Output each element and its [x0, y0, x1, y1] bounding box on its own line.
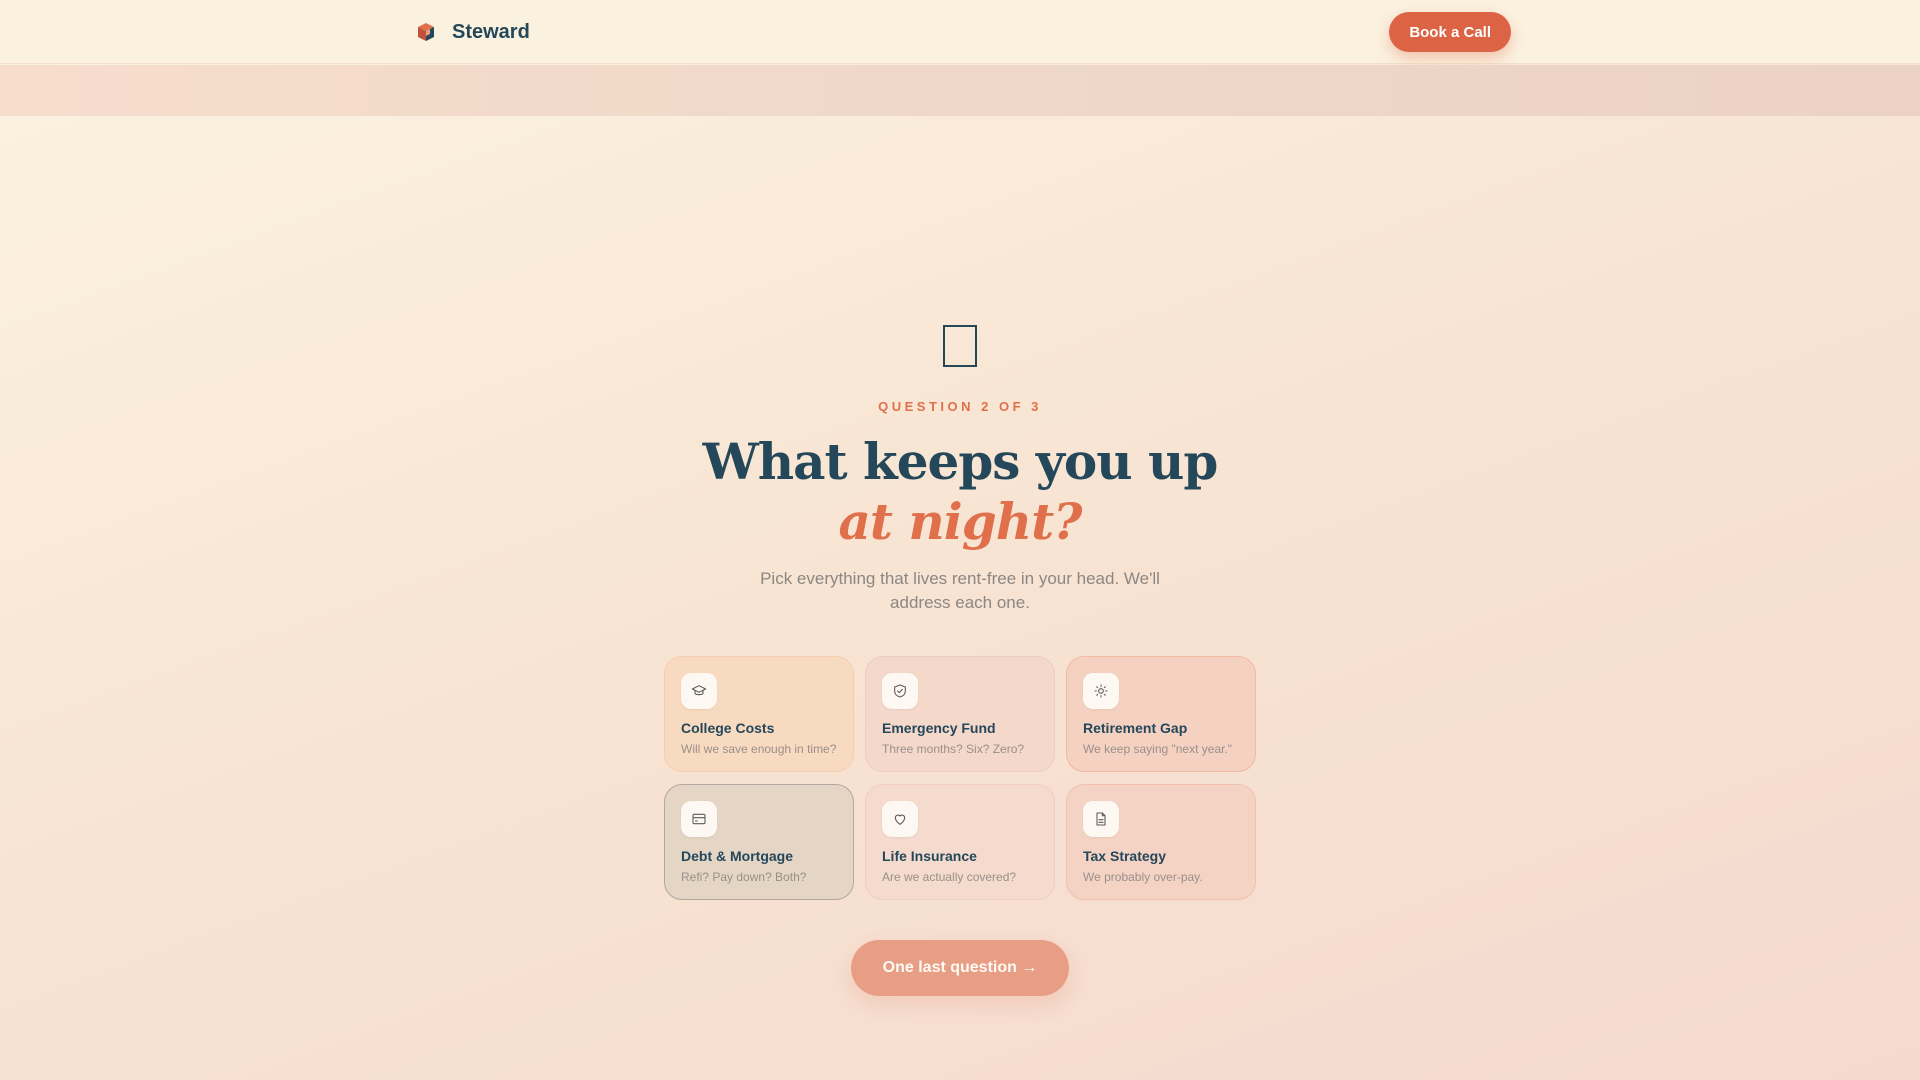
sun-icon [1083, 673, 1119, 709]
option-tax-strategy[interactable]: Tax Strategy We probably over-pay. [1066, 784, 1256, 900]
option-title: Tax Strategy [1083, 848, 1166, 864]
top-header: Steward Book a Call [0, 0, 1920, 64]
option-description: We keep saying "next year." [1083, 742, 1233, 756]
option-title: Debt & Mortgage [681, 848, 793, 864]
cube-logo-icon [418, 23, 434, 41]
option-description: Are we actually covered? [882, 870, 1017, 884]
book-a-call-button[interactable]: Book a Call [1389, 12, 1511, 52]
concern-options: College Costs Will we save enough in tim… [664, 656, 1256, 900]
document-icon [1083, 801, 1119, 837]
option-debt-mortgage[interactable]: Debt & Mortgage Refi? Pay down? Both? [664, 784, 854, 900]
option-emergency-fund[interactable]: Emergency Fund Three months? Six? Zero? [865, 656, 1055, 772]
option-title: Emergency Fund [882, 720, 996, 736]
credit-card-icon [681, 801, 717, 837]
option-title: Retirement Gap [1083, 720, 1188, 736]
title-line-2: at night? [838, 492, 1083, 551]
page-title: What keeps you up at night? [0, 432, 1920, 552]
option-title: Life Insurance [882, 848, 977, 864]
option-life-insurance[interactable]: Life Insurance Are we actually covered? [865, 784, 1055, 900]
option-title: College Costs [681, 720, 775, 736]
title-line-1: What keeps you up [702, 432, 1219, 491]
graduation-cap-icon [681, 673, 717, 709]
brand[interactable]: Steward [416, 19, 530, 45]
heart-icon [882, 801, 918, 837]
option-description: We probably over-pay. [1083, 870, 1203, 884]
brand-name: Steward [452, 21, 530, 43]
question-progress: QUESTION 2 OF 3 [878, 399, 1042, 414]
option-description: Refi? Pay down? Both? [681, 870, 807, 884]
missing-glyph-icon [943, 325, 977, 367]
option-college-costs[interactable]: College Costs Will we save enough in tim… [664, 656, 854, 772]
option-retirement-gap[interactable]: Retirement Gap We keep saying "next year… [1066, 656, 1256, 772]
header-band [0, 65, 1920, 116]
option-description: Three months? Six? Zero? [882, 742, 1025, 756]
shield-check-icon [882, 673, 918, 709]
option-description: Will we save enough in time? [681, 742, 837, 756]
next-question-button[interactable]: One last question → [851, 940, 1069, 996]
page-subtitle: Pick everything that lives rent-free in … [760, 569, 1160, 612]
